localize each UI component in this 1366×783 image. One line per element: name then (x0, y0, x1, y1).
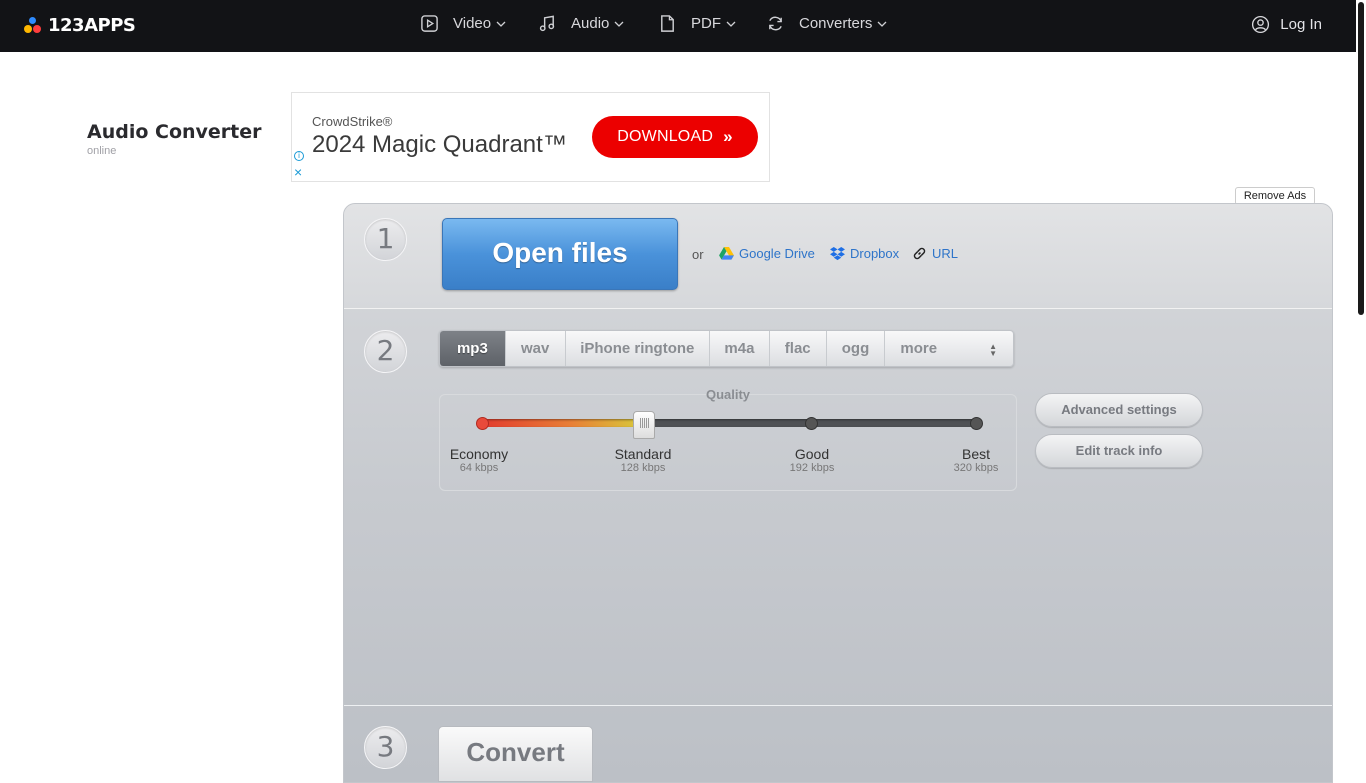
step-2-number: 2 (364, 330, 407, 373)
page-subtitle: online (87, 145, 117, 157)
step-1-section: 1 Open files or Google Drive Dropbox URL (344, 204, 1332, 309)
video-play-icon (421, 15, 438, 32)
step-3-number: 3 (364, 726, 407, 769)
quality-level-name: Best (961, 446, 990, 462)
convert-button[interactable]: Convert (438, 726, 593, 782)
logo-mark-icon (24, 16, 44, 36)
format-tab-mp3[interactable]: mp3 (440, 331, 506, 366)
dropbox-icon (830, 246, 845, 260)
dropbox-label: Dropbox (850, 246, 900, 261)
quality-level-name: Economy (449, 446, 509, 462)
step-1-number: 1 (364, 218, 407, 261)
quality-label: Quality (705, 387, 751, 402)
nav-converters[interactable]: Converters (766, 14, 887, 33)
advanced-settings-button[interactable]: Advanced settings (1035, 393, 1203, 427)
chevron-down-icon (877, 21, 887, 27)
nav-video-label: Video (453, 15, 492, 32)
double-chevron-right-icon: » (723, 127, 733, 146)
format-tab-ogg[interactable]: ogg (827, 331, 886, 366)
open-files-button[interactable]: Open files (442, 218, 678, 290)
dropbox-link[interactable]: Dropbox (830, 246, 899, 261)
logo-text: 123APPS (48, 15, 136, 36)
document-icon (661, 15, 674, 32)
nav-audio[interactable]: Audio (538, 14, 624, 33)
or-label: or (692, 247, 704, 262)
url-label: URL (932, 246, 959, 261)
edit-track-info-button[interactable]: Edit track info (1035, 434, 1203, 468)
nav-video[interactable]: Video (420, 14, 506, 33)
google-drive-icon (719, 247, 734, 260)
login-button[interactable]: Log In (1251, 15, 1322, 34)
format-tabs: mp3 wav iPhone ringtone m4a flac ogg mor… (439, 330, 1014, 367)
ad-close-icon[interactable]: × (294, 165, 302, 179)
refresh-icon (769, 16, 782, 31)
user-circle-icon (1252, 15, 1270, 34)
logo[interactable]: 123APPS (24, 15, 136, 36)
format-more-label: more (900, 340, 938, 357)
page-title: Audio Converter (87, 121, 262, 143)
ad-brand: CrowdStrike® (312, 114, 393, 129)
scrollbar-thumb[interactable] (1358, 2, 1364, 315)
chevron-down-icon (614, 21, 624, 27)
ad-download-button[interactable]: DOWNLOAD » (592, 116, 758, 158)
format-tab-wav[interactable]: wav (506, 331, 566, 366)
ad-headline: 2024 Magic Quadrant™ (312, 131, 567, 158)
quality-level-name: Good (794, 446, 830, 462)
quality-level-kbps: 64 kbps (459, 462, 499, 474)
format-tab-m4a[interactable]: m4a (710, 331, 770, 366)
up-down-arrows-icon: ▲ ▼ (989, 342, 997, 358)
music-note-icon (539, 15, 555, 32)
format-more-select[interactable]: more ▲ ▼ (885, 331, 1013, 366)
link-icon (913, 247, 926, 260)
format-tab-flac[interactable]: flac (770, 331, 827, 366)
quality-slider-handle[interactable] (633, 411, 655, 439)
quality-level-kbps: 320 kbps (953, 462, 999, 474)
quality-level-kbps: 192 kbps (789, 462, 835, 474)
ad-banner[interactable]: CrowdStrike® 2024 Magic Quadrant™ DOWNLO… (291, 92, 770, 182)
ad-download-label: DOWNLOAD (617, 128, 714, 145)
converter-panel: 1 Open files or Google Drive Dropbox URL… (343, 203, 1333, 783)
chevron-down-icon (726, 21, 736, 27)
quality-stop-economy[interactable] (476, 417, 489, 430)
quality-slider-box: Quality Economy 64 kbps Standard 128 kbp… (439, 387, 1017, 491)
quality-stop-good[interactable] (805, 417, 818, 430)
google-drive-link[interactable]: Google Drive (719, 246, 815, 261)
section-divider (344, 705, 1332, 706)
nav-pdf-label: PDF (691, 15, 721, 32)
chevron-down-icon (496, 21, 506, 27)
top-navigation-bar: 123APPS Video Audio PDF Converters Log I… (0, 0, 1356, 52)
quality-level-name: Standard (614, 446, 672, 462)
quality-stop-best[interactable] (970, 417, 983, 430)
quality-slider-track[interactable] (482, 419, 978, 427)
ad-info-icon[interactable]: i (294, 151, 304, 161)
nav-converters-label: Converters (799, 15, 873, 32)
google-drive-label: Google Drive (739, 246, 815, 261)
nav-audio-label: Audio (571, 15, 610, 32)
nav-pdf[interactable]: PDF (658, 14, 736, 33)
quality-level-kbps: 128 kbps (620, 462, 666, 474)
url-link[interactable]: URL (912, 246, 958, 261)
login-label: Log In (1280, 16, 1322, 33)
format-tab-iphone-ringtone[interactable]: iPhone ringtone (566, 331, 711, 366)
